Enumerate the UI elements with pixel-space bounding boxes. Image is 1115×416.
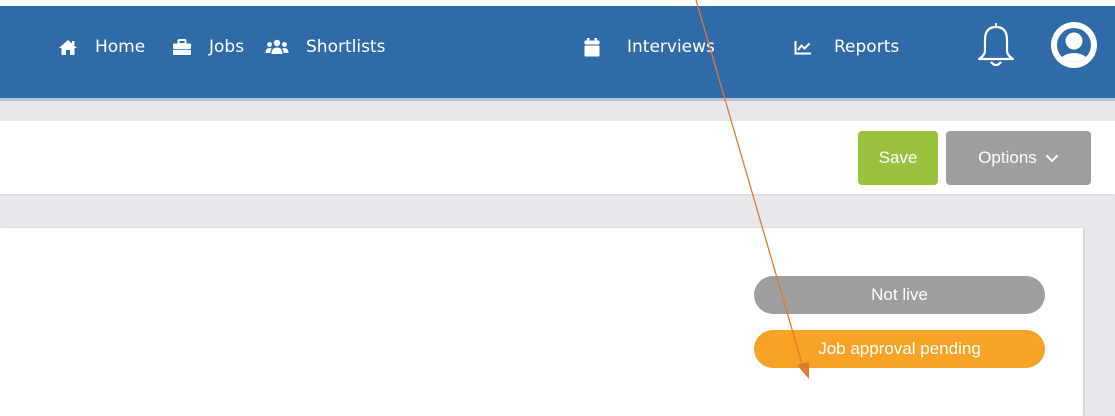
users-icon [265, 39, 289, 56]
status-badge-not-live: Not live [754, 276, 1045, 314]
options-button[interactable]: Options [946, 131, 1091, 185]
nav-reports-label: Reports [834, 37, 900, 57]
bell-icon[interactable] [976, 22, 1016, 73]
nav-reports[interactable]: Reports [794, 6, 899, 88]
chevron-down-icon [1045, 154, 1059, 162]
calendar-icon [584, 37, 600, 57]
nav-interviews[interactable]: Interviews [584, 6, 715, 88]
save-button[interactable]: Save [858, 131, 938, 185]
nav-home-label: Home [95, 37, 146, 57]
nav-interviews-label: Interviews [627, 37, 715, 57]
nav-home[interactable]: Home [58, 6, 145, 88]
status-badge-approval-pending: Job approval pending [754, 330, 1045, 368]
top-navbar: Home Jobs Shortlists Interviews Reports [0, 6, 1115, 98]
nav-jobs-label: Jobs [209, 37, 245, 57]
briefcase-icon [172, 38, 192, 56]
chart-line-icon [794, 40, 812, 55]
options-label: Options [978, 148, 1037, 167]
user-avatar-icon[interactable] [1049, 20, 1099, 75]
navbar-shadow [0, 98, 1115, 101]
nav-shortlists[interactable]: Shortlists [265, 6, 385, 88]
nav-jobs[interactable]: Jobs [172, 6, 244, 88]
nav-shortlists-label: Shortlists [306, 37, 386, 57]
job-card: Not live Job approval pending [0, 228, 1083, 416]
action-toolbar: Save Options [0, 121, 1115, 194]
home-icon [58, 39, 78, 56]
